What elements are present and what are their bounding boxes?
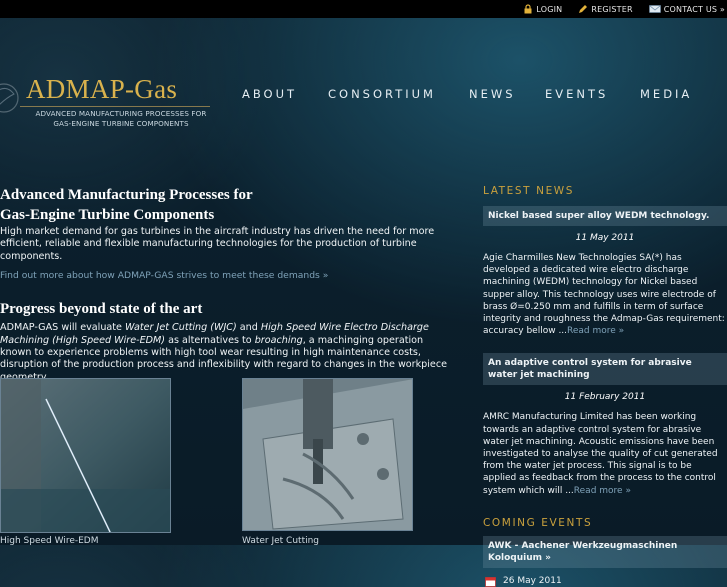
progress-text-broach: broaching	[254, 334, 303, 346]
event-date-row: 26 May 2011	[483, 576, 727, 587]
latest-news-title: LATEST NEWS	[483, 185, 575, 197]
logo-subtitle: ADVANCED MANUFACTURING PROCESSES FOR GAS…	[34, 109, 208, 129]
intro-heading: Advanced Manufacturing Processes for Gas…	[0, 185, 450, 225]
top-bar: LOGIN REGISTER CONTACT US »	[0, 0, 727, 18]
progress-heading: Progress beyond state of the art	[0, 301, 203, 318]
news-item-2-text: AMRC Manufacturing Limited has been work…	[483, 412, 718, 496]
news-item-1-read-more[interactable]: Read more »	[567, 326, 624, 336]
news-item-1-text: Agie Charmilles New Technologies SA(*) h…	[483, 253, 725, 337]
progress-text-wjc: Water Jet Cutting (WJC)	[125, 322, 237, 334]
news-item-2-title[interactable]: An adaptive control system for abrasive …	[483, 353, 727, 386]
sidebar: LATEST NEWS Nickel based super alloy WED…	[483, 185, 727, 587]
contact-link[interactable]: CONTACT US »	[648, 4, 725, 14]
main-content: Advanced Manufacturing Processes for Gas…	[0, 185, 450, 384]
turbine-emblem-icon	[0, 83, 19, 113]
login-link[interactable]: LOGIN	[523, 4, 562, 14]
calendar-icon	[485, 576, 496, 587]
lock-icon	[524, 4, 532, 14]
main-nav: ABOUT CONSORTIUM NEWS EVENTS MEDIA	[0, 87, 727, 101]
progress-text-b: and	[236, 322, 261, 334]
find-out-more-link[interactable]: Find out more about how ADMAP-GAS strive…	[0, 270, 450, 281]
nav-news[interactable]: NEWS	[469, 87, 516, 101]
register-label: REGISTER	[591, 4, 633, 14]
nav-media[interactable]: MEDIA	[640, 87, 692, 101]
news-item-1-body: Agie Charmilles New Technologies SA(*) h…	[483, 252, 727, 337]
nav-consortium[interactable]: CONSORTIUM	[328, 87, 436, 101]
logo-divider	[20, 106, 210, 107]
logo-subtitle-line2: GAS-ENGINE TURBINE COMPONENTS	[53, 119, 189, 128]
coming-events-title: COMING EVENTS	[483, 516, 593, 529]
wire-edm-photo[interactable]	[0, 378, 171, 533]
intro-heading-line1: Advanced Manufacturing Processes for	[0, 187, 253, 203]
nav-events[interactable]: EVENTS	[545, 87, 608, 101]
login-label: LOGIN	[536, 4, 563, 14]
news-item-2-body: AMRC Manufacturing Limited has been work…	[483, 411, 727, 496]
news-item-2-read-more[interactable]: Read more »	[574, 486, 631, 496]
water-jet-photo[interactable]	[242, 378, 413, 531]
progress-paragraph: ADMAP-GAS will evaluate Water Jet Cuttin…	[0, 322, 450, 384]
news-item-2-date: 11 February 2011	[564, 392, 646, 403]
news-item-1-date: 11 May 2011	[575, 233, 635, 243]
event-title[interactable]: AWK - Aachener Werkzeugmaschinen Koloqui…	[483, 535, 727, 568]
intro-heading-line2: Gas-Engine Turbine Components	[0, 207, 215, 223]
register-link[interactable]: REGISTER	[578, 4, 633, 14]
account-links: LOGIN REGISTER CONTACT US »	[523, 0, 727, 18]
contact-label: CONTACT US »	[663, 4, 725, 14]
pencil-icon	[579, 5, 588, 13]
logo-subtitle-line1: ADVANCED MANUFACTURING PROCESSES FOR	[35, 109, 207, 118]
intro-paragraph: High market demand for gas turbines in t…	[0, 226, 435, 262]
progress-text-c: as alternatives to	[165, 334, 255, 346]
progress-text-a: ADMAP-GAS will evaluate	[0, 322, 126, 334]
envelope-icon	[648, 5, 661, 13]
water-jet-image	[243, 379, 412, 530]
site-logo[interactable]: ADMAP-Gas ADVANCED MANUFACTURING PROCESS…	[0, 70, 215, 140]
news-item-1-title[interactable]: Nickel based super alloy WEDM technology…	[483, 206, 727, 226]
wire-edm-image	[1, 379, 170, 532]
nav-about[interactable]: ABOUT	[242, 87, 297, 101]
event-date: 26 May 2011	[503, 576, 562, 587]
